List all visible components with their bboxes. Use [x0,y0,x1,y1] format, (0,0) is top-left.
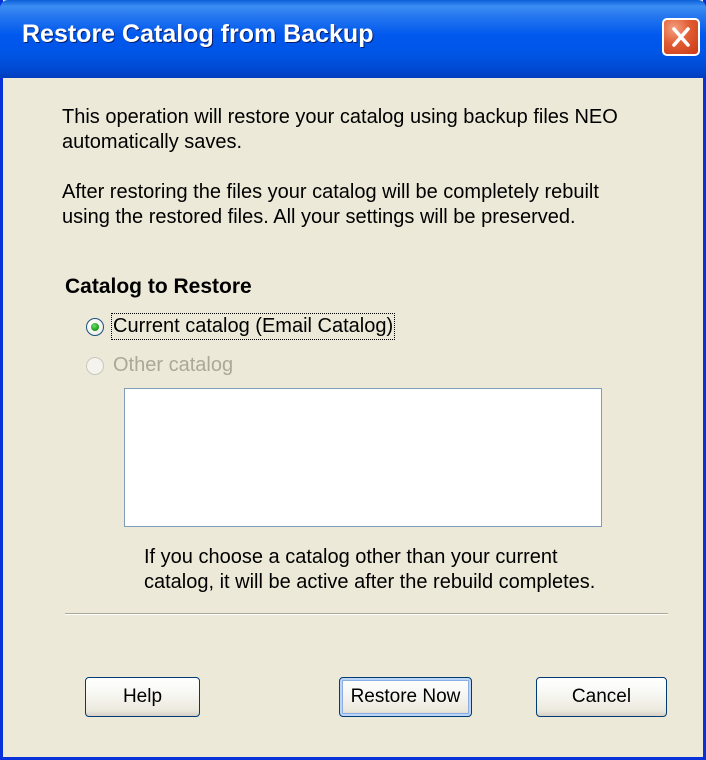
catalog-note-line-1: If you choose a catalog other than your … [144,546,558,568]
radio-dot-icon [91,322,99,331]
intro-paragraph-1-line-2: automatically saves. [62,131,243,153]
help-button[interactable]: Help [85,677,200,717]
radio-other-catalog[interactable]: Other catalog [86,354,233,377]
restore-catalog-dialog: Restore Catalog from Backup This operati… [0,0,706,760]
radio-button-disabled[interactable] [86,356,104,375]
restore-now-button[interactable]: Restore Now [339,677,472,717]
catalog-list[interactable] [124,388,602,527]
intro-paragraph-2-line-1: After restoring the files your catalog w… [62,181,599,203]
radio-button-selected[interactable] [86,317,104,336]
divider [65,613,668,615]
close-button[interactable] [662,18,700,56]
catalog-note-line-2: catalog, it will be active after the reb… [144,571,596,593]
title-bar[interactable]: Restore Catalog from Backup [0,0,706,78]
cancel-button[interactable]: Cancel [536,677,667,717]
radio-other-catalog-label[interactable]: Other catalog [113,354,233,377]
radio-current-catalog[interactable]: Current catalog (Email Catalog) [86,313,396,340]
catalog-to-restore-heading: Catalog to Restore [65,275,252,298]
close-icon [672,27,690,47]
intro-paragraph-1-line-1: This operation will restore your catalog… [62,106,618,128]
window-title: Restore Catalog from Backup [22,20,374,48]
intro-paragraph-2-line-2: using the restored files. All your setti… [62,206,576,228]
radio-current-catalog-label[interactable]: Current catalog (Email Catalog) [110,313,396,340]
